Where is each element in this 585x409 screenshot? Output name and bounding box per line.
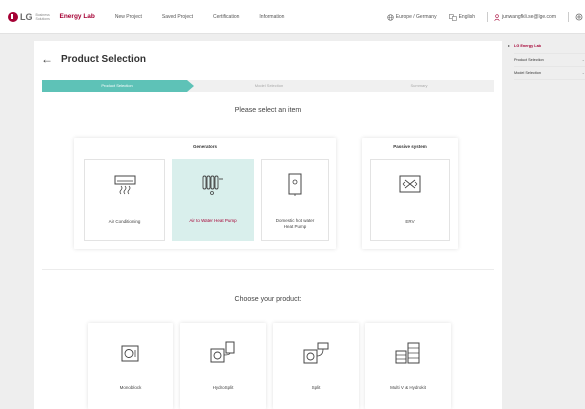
card-erv[interactable]: ERV bbox=[370, 159, 450, 241]
user-email: junwangfkli.se@lge.com bbox=[502, 14, 556, 20]
chevron-down-icon[interactable]: ⌄ bbox=[582, 70, 585, 75]
product-label: Split bbox=[311, 385, 321, 390]
water-tank-icon bbox=[288, 173, 302, 196]
generators-group: Generators Air Conditioning Air to Water… bbox=[74, 138, 336, 249]
lg-logo[interactable]: LG Business Solutions bbox=[8, 11, 50, 22]
nav-item-new-project[interactable]: New Project bbox=[115, 14, 142, 20]
air-conditioner-icon bbox=[114, 175, 135, 195]
translate-icon bbox=[448, 13, 457, 21]
nav-brand-energy-lab[interactable]: Energy Lab bbox=[60, 13, 95, 20]
main-panel: ← Product Selection Product Selection Mo… bbox=[34, 41, 502, 409]
product-label: Multi V & Hydrokit bbox=[390, 385, 426, 390]
region-label: Europe / Germany bbox=[395, 14, 437, 20]
product-card-split[interactable]: Split bbox=[273, 323, 359, 409]
back-arrow-icon[interactable]: ← bbox=[41, 52, 53, 66]
product-label: Monoblock bbox=[119, 385, 142, 390]
settings-icon[interactable] bbox=[575, 13, 583, 21]
erv-icon bbox=[399, 175, 421, 193]
monoblock-icon bbox=[121, 345, 138, 362]
card-domestic-hot-water-heat-pump[interactable]: Domestic hot water Heat Pump bbox=[261, 159, 329, 241]
product-card-hydrosplit[interactable]: HydroSplit bbox=[180, 323, 266, 409]
globe-icon bbox=[387, 13, 394, 21]
nav-item-saved-project[interactable]: Saved Project bbox=[162, 14, 193, 20]
summary-side-panel: ▸ LG Energy Lab Product Selection ⌄ Mode… bbox=[508, 41, 585, 86]
chevron-down-icon[interactable]: ⌄ bbox=[582, 57, 585, 62]
side-item-model-selection[interactable]: Model Selection bbox=[514, 71, 541, 75]
logo-subtitle: Business Solutions bbox=[35, 12, 50, 21]
step-summary[interactable]: Summary bbox=[344, 83, 494, 88]
radiator-icon bbox=[202, 175, 223, 195]
card-air-conditioning[interactable]: Air Conditioning bbox=[84, 159, 165, 241]
lg-logo-mark bbox=[8, 11, 18, 22]
nav-item-information[interactable]: Information bbox=[259, 14, 284, 20]
split-icon bbox=[303, 342, 329, 364]
passive-system-group: Passive system ERV bbox=[362, 138, 458, 249]
side-divider bbox=[514, 79, 585, 80]
product-card-multi-v-hydrokit[interactable]: Multi V & Hydrokit bbox=[365, 323, 451, 409]
step-model-selection[interactable]: Model Selection bbox=[194, 83, 344, 88]
select-item-heading: Please select an item bbox=[234, 107, 302, 114]
region-selector[interactable]: Europe / Germany bbox=[387, 13, 437, 21]
section-divider bbox=[42, 269, 494, 270]
card-label: Air Conditioning bbox=[108, 219, 141, 224]
user-menu[interactable]: junwangfkli.se@lge.com bbox=[494, 13, 556, 21]
progress-steps: Product Selection Model Selection Summar… bbox=[42, 80, 494, 92]
nav-separator bbox=[487, 12, 488, 22]
side-item-product-selection[interactable]: Product Selection bbox=[514, 58, 544, 62]
generators-title: Generators bbox=[192, 144, 217, 149]
language-label: English bbox=[458, 14, 475, 20]
nav-item-certification[interactable]: Certification bbox=[213, 14, 239, 20]
multi-v-icon bbox=[395, 342, 420, 364]
side-brand: LG Energy Lab bbox=[514, 44, 542, 48]
side-divider bbox=[514, 66, 585, 67]
card-label: Domestic hot water Heat Pump bbox=[275, 218, 315, 229]
step-product-selection[interactable]: Product Selection bbox=[42, 83, 192, 88]
product-card-monoblock[interactable]: Monoblock bbox=[88, 323, 173, 409]
card-air-to-water-heat-pump[interactable]: Air to Water Heat Pump bbox=[172, 159, 254, 241]
passive-system-title: Passive system bbox=[393, 144, 427, 149]
user-icon bbox=[494, 13, 500, 21]
card-label: Air to Water Heat Pump bbox=[189, 218, 237, 223]
language-selector[interactable]: English bbox=[448, 13, 475, 21]
nav-separator bbox=[568, 12, 569, 22]
top-navigation: LG Business Solutions Energy Lab New Pro… bbox=[0, 0, 585, 34]
choose-product-heading: Choose your product: bbox=[234, 296, 302, 303]
logo-text: LG bbox=[20, 11, 33, 22]
product-label: HydroSplit bbox=[212, 385, 234, 390]
side-divider bbox=[514, 53, 585, 54]
hydrosplit-icon bbox=[210, 341, 235, 363]
page-title: Product Selection bbox=[61, 53, 147, 65]
card-label: ERV bbox=[405, 219, 415, 224]
